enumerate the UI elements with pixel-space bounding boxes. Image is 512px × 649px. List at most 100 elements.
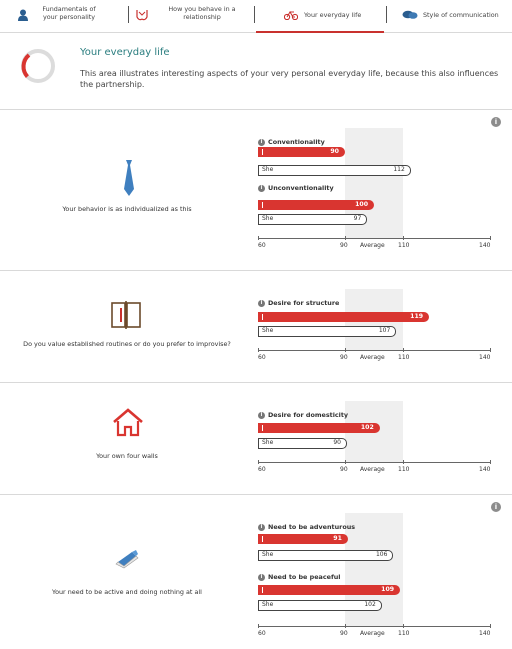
axis-tick — [490, 236, 491, 240]
axis-tick — [403, 460, 404, 464]
bar-start-tick — [262, 587, 263, 593]
tab-divider — [386, 6, 387, 23]
trait-info-icon[interactable]: i — [258, 523, 265, 531]
partner-score-value: 102 — [364, 601, 376, 608]
tab-communication[interactable]: Style of communication — [388, 0, 512, 31]
partner-label: She — [262, 439, 274, 446]
axis-tick — [258, 236, 259, 240]
trait-label: Need to be adventurous — [268, 523, 356, 531]
axis-tick-label: 90 — [340, 466, 348, 473]
trait-info-icon[interactable]: i — [258, 573, 265, 581]
trait-label: Unconventionality — [268, 184, 334, 192]
trait-label: Desire for structure — [268, 299, 340, 307]
axis-average-label: Average — [360, 354, 385, 361]
your-score-value: 109 — [381, 586, 395, 593]
axis-average-label: Average — [360, 466, 385, 473]
axis-tick — [490, 624, 491, 628]
trait-name: i Desire for structure — [258, 299, 339, 307]
axis-tick-label: 60 — [258, 354, 266, 361]
bar-start-tick — [262, 425, 263, 431]
x-axis — [258, 626, 490, 627]
trait-name: i Desire for domesticity — [258, 411, 348, 419]
axis-average-label: Average — [360, 630, 385, 637]
trait-info-icon[interactable]: i — [258, 138, 265, 146]
axis-tick-label: 140 — [479, 630, 491, 637]
axis-tick — [345, 624, 346, 628]
axis-tick-label: 110 — [398, 242, 410, 249]
your-score-value: 119 — [410, 313, 424, 320]
partner-score-bar: She 112 — [258, 165, 411, 176]
intro-section: Your everyday life This area illustrates… — [0, 33, 512, 110]
your-score-value: 91 — [333, 535, 342, 542]
bar-start-tick — [262, 314, 263, 320]
trait-chart: i Conventionality 90 She 112 i Unconventionali… — [0, 110, 512, 270]
trait-name: i Unconventionality — [258, 184, 334, 192]
axis-tick — [345, 460, 346, 464]
tab-divider — [254, 6, 255, 23]
axis-tick-label: 110 — [398, 466, 410, 473]
axis-tick — [345, 348, 346, 352]
tab-communication-label: Style of communication — [423, 11, 499, 19]
axis-tick — [258, 460, 259, 464]
hands-icon — [136, 10, 148, 21]
axis-tick — [403, 624, 404, 628]
person-icon — [18, 9, 28, 21]
axis-tick-label: 90 — [340, 630, 348, 637]
your-score-bar: 90 — [258, 147, 345, 157]
partner-score-value: 97 — [353, 215, 362, 222]
partner-score-bar: She 102 — [258, 600, 382, 611]
trait-info-icon[interactable]: i — [258, 299, 265, 307]
tab-divider — [128, 6, 129, 23]
axis-tick — [403, 348, 404, 352]
tab-fundamentals-label: Fundamentals of your personality — [42, 5, 96, 21]
bar-start-tick — [262, 149, 263, 155]
partner-score-bar: She 107 — [258, 326, 397, 337]
your-score-bar: 102 — [258, 423, 380, 433]
axis-tick — [490, 460, 491, 464]
trait-info-icon[interactable]: i — [258, 184, 265, 192]
axis-tick-label: 110 — [398, 630, 410, 637]
trait-name: i Conventionality — [258, 138, 325, 146]
trait-chart: i Need to be adventurous 91 She 106 i Need to … — [0, 495, 512, 649]
axis-tick-label: 90 — [340, 354, 348, 361]
axis-tick-label: 140 — [479, 466, 491, 473]
bicycle-icon — [284, 11, 298, 20]
axis-tick-label: 110 — [398, 354, 410, 361]
progress-ring-icon — [21, 49, 55, 83]
trait-chart: i Desire for domesticity 102 She 90 60 90 110 14… — [0, 383, 512, 494]
tab-everyday-life[interactable]: Your everyday life — [256, 0, 384, 33]
section-activity: i Your need to be active and doing nothi… — [0, 495, 512, 649]
bar-start-tick — [262, 202, 263, 208]
page-title: Your everyday life — [80, 47, 170, 58]
your-score-bar: 119 — [258, 312, 430, 322]
trait-info-icon[interactable]: i — [258, 411, 265, 419]
x-axis — [258, 350, 490, 351]
section-structure: Do you value established routines or do … — [0, 271, 512, 383]
x-axis — [258, 462, 490, 463]
axis-tick — [490, 348, 491, 352]
partner-score-bar: She 97 — [258, 214, 368, 225]
axis-tick — [258, 348, 259, 352]
axis-tick — [258, 624, 259, 628]
partner-label: She — [262, 166, 274, 173]
your-score-bar: 100 — [258, 200, 374, 210]
partner-label: She — [262, 551, 274, 558]
trait-chart: i Desire for structure 119 She 107 60 90 110 140… — [0, 271, 512, 382]
partner-score-bar: She 106 — [258, 550, 394, 561]
tab-fundamentals[interactable]: Fundamentals of your personality — [0, 0, 120, 31]
axis-tick-label: 140 — [479, 242, 491, 249]
your-score-value: 100 — [355, 201, 368, 208]
section-domesticity: Your own four walls i Desire for domestic… — [0, 383, 512, 495]
your-score-bar: 109 — [258, 585, 401, 595]
tab-relationship-label: How you behave in a relationship — [168, 5, 236, 21]
trait-label: Conventionality — [268, 138, 325, 146]
axis-tick — [403, 236, 404, 240]
tab-bar: Fundamentals of your personality How you… — [0, 0, 512, 33]
axis-tick-label: 60 — [258, 466, 266, 473]
your-score-value: 90 — [330, 148, 339, 155]
trait-label: Need to be peaceful — [268, 573, 341, 581]
axis-tick-label: 60 — [258, 630, 266, 637]
partner-score-bar: She 90 — [258, 438, 347, 449]
tab-relationship[interactable]: How you behave in a relationship — [130, 0, 252, 31]
your-score-bar: 91 — [258, 534, 348, 544]
